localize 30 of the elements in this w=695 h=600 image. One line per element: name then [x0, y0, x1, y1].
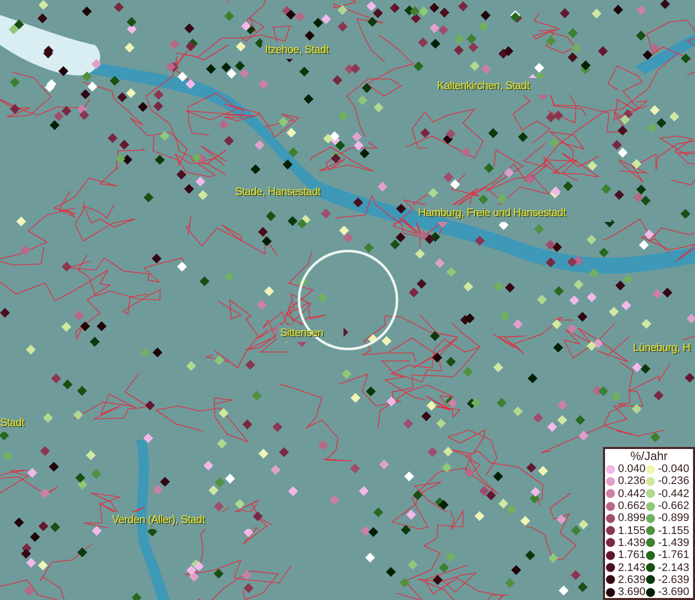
place-label: Verden (Aller), Stadt [112, 514, 205, 526]
legend-label: -1.439 [658, 536, 690, 549]
place-label: Kaltenkirchen, Stadt [437, 80, 530, 92]
place-label: Lüneburg, H [633, 342, 690, 354]
legend-label: 3.690 [618, 586, 646, 598]
place-label: Stade, Hansestadt [235, 186, 320, 198]
legend-label: 0.899 [618, 512, 646, 524]
legend-label: -1.155 [658, 524, 690, 537]
legend-label: 1.761 [618, 549, 646, 562]
legend-label: 1.155 [618, 524, 646, 537]
legend-label: 0.662 [618, 500, 646, 512]
legend-label: -2.639 [658, 574, 690, 586]
legend-label: 2.639 [618, 574, 646, 586]
legend-label: 1.439 [618, 536, 646, 549]
place-label: Hamburg, Freie und Hansestadt [418, 207, 566, 219]
legend-title: %/Jahr [630, 450, 668, 463]
legend-label: -0.040 [658, 463, 690, 476]
legend-label: -2.143 [658, 562, 690, 574]
legend-label: 0.442 [618, 488, 646, 500]
place-label: Itzehoe, Stadt [265, 44, 329, 56]
legend-label: -0.899 [658, 512, 690, 524]
legend-label: -1.761 [658, 549, 690, 562]
legend-label: 0.236 [618, 475, 646, 488]
legend-label: 0.040 [618, 463, 646, 476]
legend-label: -0.236 [658, 475, 690, 488]
legend-label: -0.442 [658, 488, 690, 500]
legend-label: -0.662 [658, 500, 690, 512]
place-label: Stadt [0, 417, 24, 429]
legend-label: 2.143 [618, 562, 646, 574]
legend-label: -3.690 [658, 586, 690, 598]
